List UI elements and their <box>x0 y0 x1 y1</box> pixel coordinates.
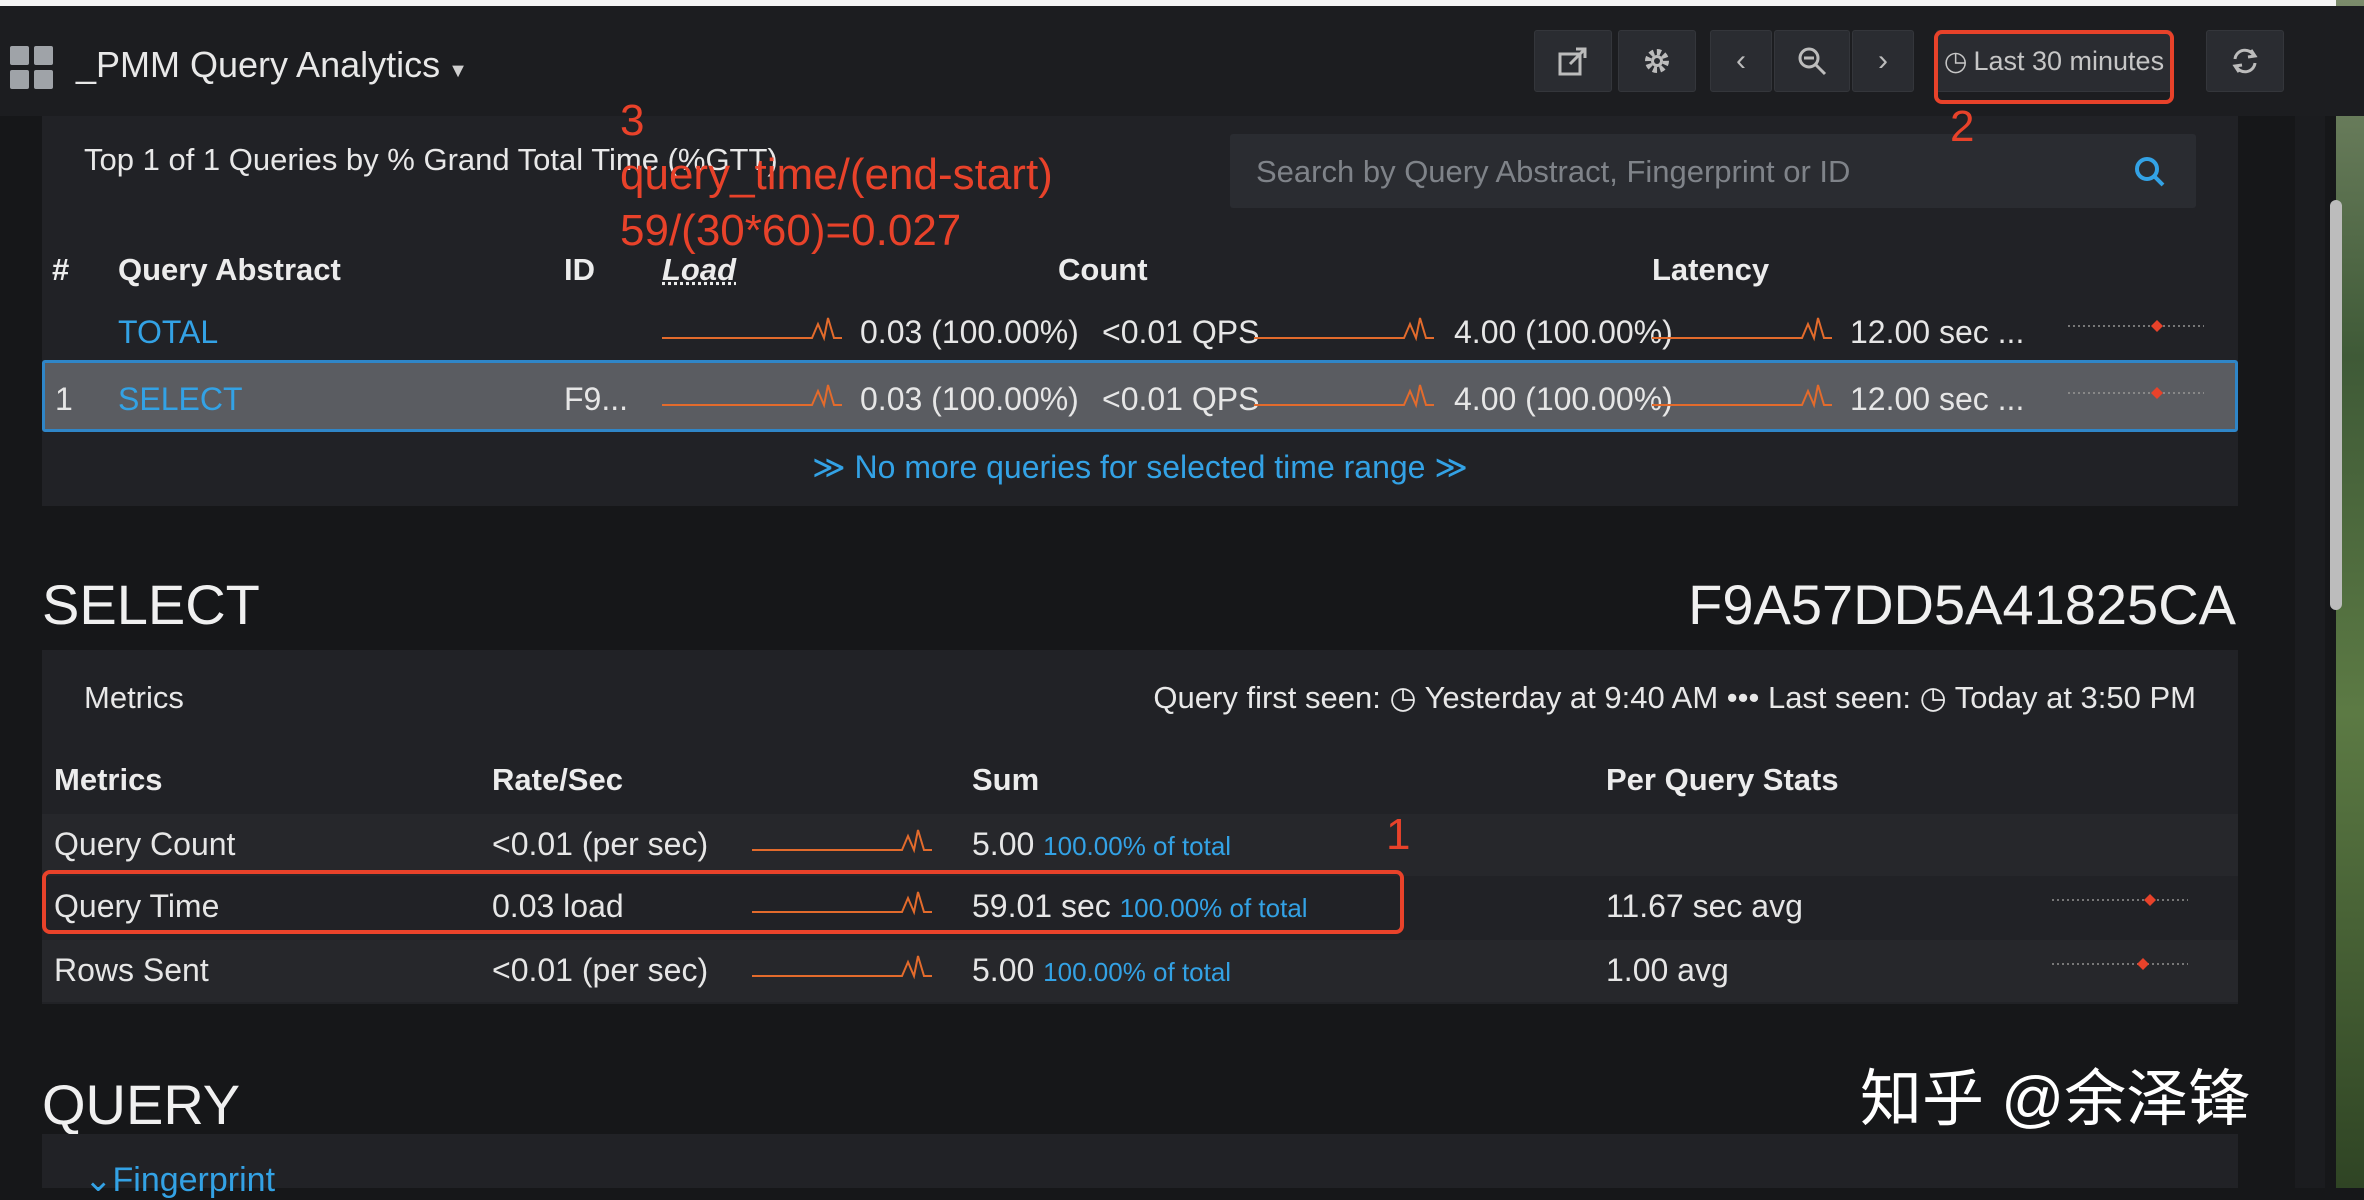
metric-name: Rows Sent <box>54 952 209 989</box>
separator: ••• <box>1727 680 1760 715</box>
chevron-left-icon: ‹ <box>1736 44 1746 78</box>
clock-icon: ◷ <box>1389 680 1416 715</box>
share-icon <box>1556 44 1590 78</box>
dashboard-title-text: _PMM Query Analytics <box>76 44 440 85</box>
qps-value: <0.01 QPS <box>1102 381 1259 418</box>
metrics-col-per-query: Per Query Stats <box>1606 762 1839 798</box>
zoom-out-button[interactable] <box>1774 30 1850 92</box>
metric-sum-value: 5.00 <box>972 826 1034 862</box>
col-header-num: # <box>52 252 69 288</box>
chevron-down-icon: ⌄ <box>84 1161 113 1199</box>
caret-down-icon: ▼ <box>448 60 468 82</box>
table-row[interactable]: TOTAL 0.03 (100.00%) <0.01 QPS 4.00 (100… <box>42 302 2238 364</box>
annotation-3: 3 <box>620 96 644 146</box>
metric-rate: <0.01 (per sec) <box>492 952 708 989</box>
watermark: 知乎 @余泽锋 <box>1860 1048 2250 1138</box>
count-value: 4.00 (100.00%) <box>1454 381 1673 418</box>
refresh-icon <box>2229 45 2261 77</box>
fingerprint-label: Fingerprint <box>113 1161 276 1199</box>
annotation-box-time-range <box>1934 30 2174 104</box>
no-more-queries-link[interactable]: ≫ No more queries for selected time rang… <box>42 448 2238 486</box>
latency-value: 12.00 sec ... <box>1850 314 2024 351</box>
search-icon[interactable] <box>2132 154 2168 190</box>
gear-icon <box>1640 44 1674 78</box>
query-id-value: F9... <box>564 381 628 418</box>
settings-button[interactable] <box>1618 30 1696 92</box>
time-forward-button[interactable]: › <box>1852 30 1914 92</box>
first-seen-label: Query first seen: <box>1153 680 1380 715</box>
annotation-formula-1: query_time/(end-start) <box>620 150 1053 200</box>
metrics-col-name: Metrics <box>54 762 163 798</box>
col-header-count[interactable]: Count <box>1058 252 1148 288</box>
metrics-col-rate: Rate/Sec <box>492 762 623 798</box>
metric-sum-value: 5.00 <box>972 952 1034 988</box>
latency-value: 12.00 sec ... <box>1850 381 2024 418</box>
load-value: 0.03 (100.00%) <box>860 314 1079 351</box>
query-panel <box>42 1134 2238 1188</box>
metric-sum-pct: 100.00% of total <box>1043 957 1231 987</box>
col-header-id[interactable]: ID <box>564 252 595 288</box>
last-seen-value: Today at 3:50 PM <box>1955 680 2196 715</box>
annotation-formula-2: 59/(30*60)=0.027 <box>620 206 961 256</box>
last-seen-label: Last seen: <box>1768 680 1911 715</box>
load-value: 0.03 (100.00%) <box>860 381 1079 418</box>
zoom-out-icon <box>1796 45 1828 77</box>
chevron-right-icon: › <box>1878 44 1888 78</box>
rate-sparkline <box>752 822 932 856</box>
scrollbar-track[interactable] <box>2295 116 2325 1188</box>
metric-sum: 5.00 100.00% of total <box>972 952 1231 989</box>
col-header-load[interactable]: Load <box>662 252 736 288</box>
metrics-panel-label: Metrics <box>84 680 184 716</box>
metric-rate: <0.01 (per sec) <box>492 826 708 863</box>
scrollbar-thumb[interactable] <box>2330 200 2342 610</box>
latency-distribution <box>2068 383 2204 403</box>
seen-info: Query first seen: ◷ Yesterday at 9:40 AM… <box>1153 680 2196 716</box>
refresh-button[interactable] <box>2206 30 2284 92</box>
table-row: Rows Sent <0.01 (per sec) 5.00 100.00% o… <box>42 940 2238 1002</box>
count-sparkline <box>1254 310 1434 344</box>
selected-query-id: F9A57DD5A41825CA <box>1688 572 2236 637</box>
table-row-selected[interactable]: 1 SELECT F9... 0.03 (100.00%) <0.01 QPS … <box>42 360 2238 432</box>
latency-sparkline <box>1652 377 1832 411</box>
selected-query-title: SELECT <box>42 572 260 637</box>
query-search-box[interactable]: Search by Query Abstract, Fingerprint or… <box>1230 134 2196 208</box>
rate-sparkline <box>752 948 932 982</box>
query-section-title: QUERY <box>42 1072 240 1137</box>
metric-name: Query Count <box>54 826 235 863</box>
count-value: 4.00 (100.00%) <box>1454 314 1673 351</box>
col-header-abstract[interactable]: Query Abstract <box>118 252 341 288</box>
per-query-distribution <box>2052 954 2188 974</box>
metric-per-query: 11.67 sec avg <box>1606 888 1803 925</box>
query-abstract-total[interactable]: TOTAL <box>118 314 218 351</box>
load-sparkline <box>662 377 842 411</box>
annotation-2: 2 <box>1950 102 1974 152</box>
metrics-col-sum: Sum <box>972 762 1039 798</box>
annotation-1: 1 <box>1386 810 1410 860</box>
metric-sum: 5.00 100.00% of total <box>972 826 1231 863</box>
load-sparkline <box>662 310 842 344</box>
table-row: Query Count <0.01 (per sec) 5.00 100.00%… <box>42 814 2238 876</box>
qps-value: <0.01 QPS <box>1102 314 1259 351</box>
time-back-button[interactable]: ‹ <box>1710 30 1772 92</box>
search-input[interactable]: Search by Query Abstract, Fingerprint or… <box>1256 154 1850 190</box>
annotation-box-query-time <box>42 870 1404 934</box>
latency-sparkline <box>1652 310 1832 344</box>
latency-distribution <box>2068 316 2204 336</box>
dashboard-title[interactable]: _PMM Query Analytics ▼ <box>76 44 468 86</box>
first-seen-value: Yesterday at 9:40 AM <box>1425 680 1719 715</box>
row-number: 1 <box>55 381 73 418</box>
metric-sum-pct: 100.00% of total <box>1043 831 1231 861</box>
per-query-distribution <box>2052 890 2188 910</box>
apps-grid-icon[interactable] <box>10 46 54 90</box>
share-button[interactable] <box>1534 30 1612 92</box>
count-sparkline <box>1254 377 1434 411</box>
query-abstract-select[interactable]: SELECT <box>118 381 242 418</box>
col-header-latency[interactable]: Latency <box>1652 252 1769 288</box>
clock-icon: ◷ <box>1920 680 1947 715</box>
fingerprint-toggle[interactable]: ⌄Fingerprint <box>84 1160 275 1200</box>
metric-per-query: 1.00 avg <box>1606 952 1729 989</box>
